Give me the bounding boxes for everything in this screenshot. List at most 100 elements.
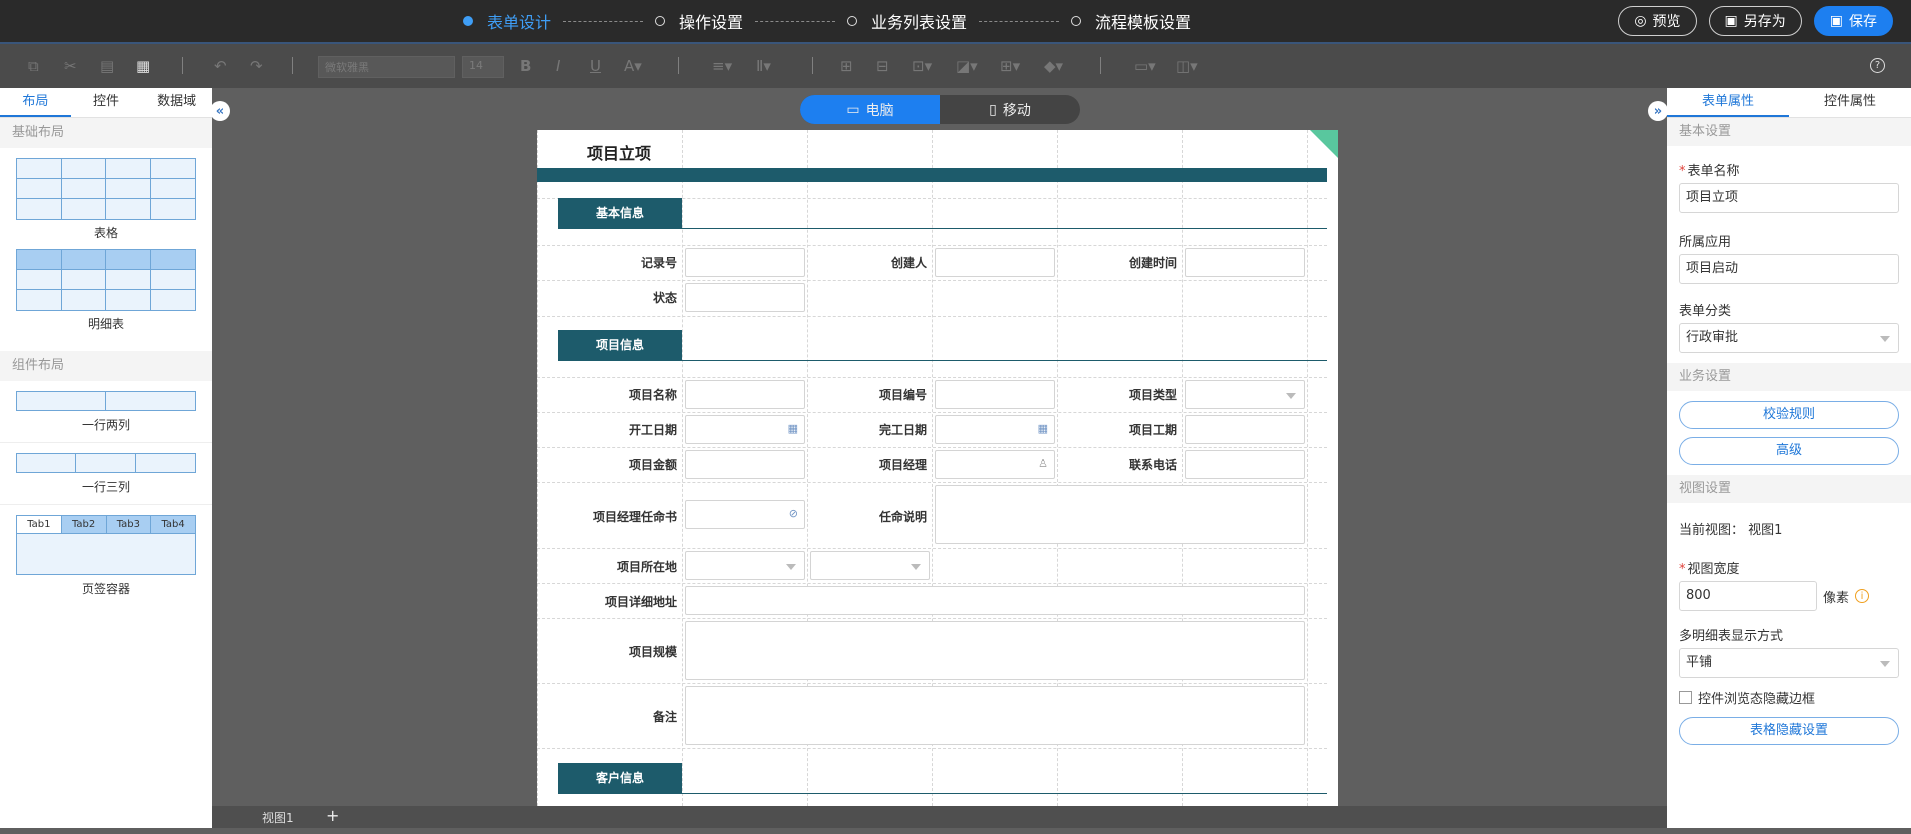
two-col-preview — [16, 391, 196, 411]
copy-format-icon[interactable]: ▤ — [100, 57, 114, 75]
section-project-info[interactable]: 项目信息 — [558, 330, 682, 360]
paperclip-icon: ⊘ — [788, 507, 798, 520]
phone-field[interactable] — [1185, 450, 1305, 479]
appoint-desc-textarea[interactable] — [935, 485, 1305, 544]
tab-controls[interactable]: 控件 — [71, 88, 142, 117]
paste-icon[interactable]: ▦ — [136, 57, 150, 75]
project-type-select[interactable] — [1185, 380, 1305, 409]
advanced-button[interactable]: 高级 — [1679, 437, 1899, 465]
preview-icon: ◎ — [1634, 13, 1647, 29]
help-icon[interactable]: ? — [1870, 58, 1885, 73]
location-city-select[interactable] — [810, 551, 930, 580]
start-date-field[interactable]: ▦ — [685, 415, 805, 444]
project-no-field[interactable] — [935, 380, 1055, 409]
app-input[interactable]: 项目启动 — [1679, 254, 1899, 284]
tab-data-domain[interactable]: 数据域 — [141, 88, 212, 117]
tab-form-properties[interactable]: 表单属性 — [1667, 88, 1789, 117]
device-pc[interactable]: ▭ 电脑 — [800, 95, 940, 124]
address-field[interactable] — [685, 586, 1305, 615]
view-tabs-bar: 视图1 + — [212, 806, 1667, 828]
section-basic-settings: 基本设置 — [1667, 118, 1911, 146]
italic-icon[interactable]: I — [556, 57, 560, 75]
table-icon[interactable]: ⊞▾ — [1000, 57, 1020, 75]
status-field[interactable] — [685, 283, 805, 312]
undo-icon[interactable]: ↶ — [214, 57, 227, 75]
step-divider — [563, 20, 644, 22]
device-mobile[interactable]: ▯ 移动 — [940, 95, 1080, 124]
save-button[interactable]: ▣ 保存 — [1813, 6, 1893, 36]
calendar-icon: ▦ — [1037, 422, 1048, 435]
border-icon[interactable]: ⊡▾ — [912, 57, 932, 75]
align-icon[interactable]: ≡▾ — [712, 57, 732, 75]
top-bar: 表单设计 操作设置 业务列表设置 流程模板设置 ◎ 预览 ▣ 另存为 ▣ 保存 — [0, 0, 1911, 42]
merge-cells-icon[interactable]: ⊞ — [840, 57, 853, 75]
step-divider — [979, 20, 1060, 22]
chevron-down-icon — [1880, 336, 1890, 342]
insert-col-icon[interactable]: ◫▾ — [1176, 57, 1198, 75]
step-dot — [1071, 16, 1082, 26]
manager-field[interactable]: ♙ — [935, 450, 1055, 479]
font-family-select[interactable]: 微软雅黑 — [318, 56, 455, 78]
three-col-preview — [16, 453, 196, 473]
tab-control-properties[interactable]: 控件属性 — [1789, 88, 1911, 117]
layout-tab-container[interactable]: Tab1 Tab2 Tab3 Tab4 页签容器 — [0, 505, 212, 597]
text-height-icon[interactable]: Ⅱ▾ — [756, 57, 771, 75]
underline-icon[interactable]: U — [590, 57, 601, 75]
remark-textarea[interactable] — [685, 686, 1305, 745]
tab-container-preview: Tab1 Tab2 Tab3 Tab4 — [16, 515, 196, 575]
category-select[interactable]: 行政审批 — [1679, 323, 1899, 353]
collapse-right-icon[interactable]: » — [1648, 101, 1668, 121]
redo-icon[interactable]: ↷ — [250, 57, 263, 75]
project-name-field[interactable] — [685, 380, 805, 409]
bold-icon[interactable]: B — [520, 57, 531, 75]
validate-rules-button[interactable]: 校验规则 — [1679, 401, 1899, 429]
add-view-button[interactable]: + — [326, 806, 339, 825]
appointment-upload[interactable]: ⊘ — [685, 500, 805, 529]
copy-icon[interactable]: ⧉ — [28, 57, 39, 75]
tab-layout[interactable]: 布局 — [0, 88, 71, 117]
create-time-field[interactable] — [1185, 248, 1305, 277]
duration-field[interactable] — [1185, 415, 1305, 444]
split-cells-icon[interactable]: ⊟ — [876, 57, 889, 75]
step-nav: 表单设计 操作设置 业务列表设置 流程模板设置 — [463, 0, 1191, 42]
layout-table[interactable]: 表格 — [0, 148, 212, 249]
view-width-input[interactable]: 800 — [1679, 581, 1817, 611]
detail-table-preview — [16, 249, 196, 311]
step-form-design[interactable]: 表单设计 — [463, 9, 551, 33]
user-icon: ♙ — [1038, 457, 1048, 470]
amount-field[interactable] — [685, 450, 805, 479]
multi-detail-select[interactable]: 平铺 — [1679, 648, 1899, 678]
scale-textarea[interactable] — [685, 621, 1305, 680]
collapse-left-icon[interactable]: « — [210, 101, 230, 121]
toolbar-separator — [182, 57, 183, 74]
step-dot — [847, 16, 858, 26]
section-customer-info[interactable]: 客户信息 — [558, 763, 682, 793]
preview-button[interactable]: ◎ 预览 — [1618, 6, 1697, 36]
step-flow-template[interactable]: 流程模板设置 — [1071, 9, 1191, 33]
font-color-icon[interactable]: A▾ — [624, 57, 642, 75]
info-icon[interactable]: i — [1855, 589, 1870, 603]
form-title[interactable]: 项目立项 — [587, 140, 651, 164]
step-dot — [463, 16, 473, 26]
layout-three-columns[interactable]: 一行三列 — [0, 443, 212, 505]
layout-detail-table[interactable]: 明细表 — [0, 249, 212, 351]
location-province-select[interactable] — [685, 551, 805, 580]
creator-field[interactable] — [935, 248, 1055, 277]
step-operation[interactable]: 操作设置 — [655, 9, 743, 33]
hide-border-checkbox[interactable]: 控件浏览态隐藏边框 — [1679, 688, 1899, 707]
fill-color-icon[interactable]: ◆▾ — [1044, 57, 1063, 75]
font-size-select[interactable]: 14 — [462, 56, 504, 78]
section-view-settings: 视图设置 — [1667, 475, 1911, 503]
cut-icon[interactable]: ✂ — [64, 57, 77, 75]
form-name-input[interactable]: 项目立项 — [1679, 183, 1899, 213]
view-tab[interactable]: 视图1 — [262, 809, 294, 826]
insert-row-icon[interactable]: ▭▾ — [1134, 57, 1156, 75]
border-color-icon[interactable]: ◪▾ — [956, 57, 978, 75]
table-hide-settings-button[interactable]: 表格隐藏设置 — [1679, 717, 1899, 745]
section-basic-info[interactable]: 基本信息 — [558, 198, 682, 228]
record-no-field[interactable] — [685, 248, 805, 277]
end-date-field[interactable]: ▦ — [935, 415, 1055, 444]
layout-two-columns[interactable]: 一行两列 — [0, 381, 212, 443]
save-as-button[interactable]: ▣ 另存为 — [1708, 6, 1802, 36]
step-business-list[interactable]: 业务列表设置 — [847, 9, 967, 33]
